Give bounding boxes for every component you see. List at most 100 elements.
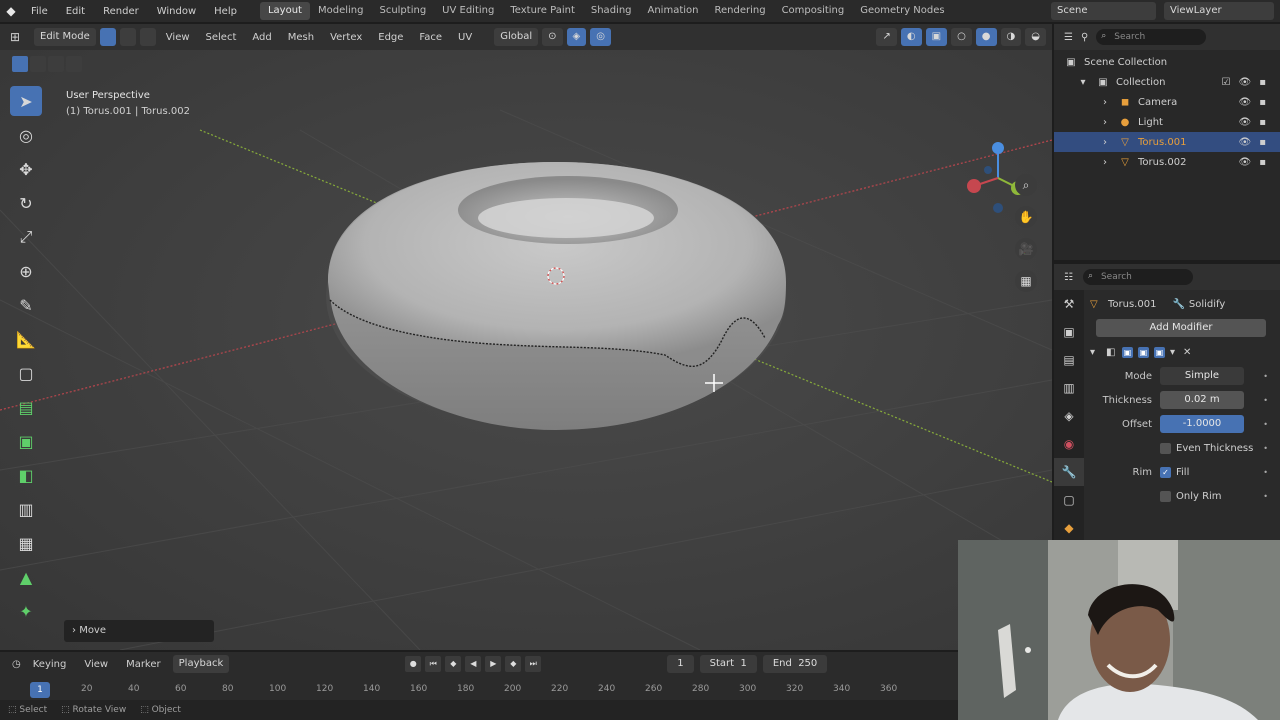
render-camera-icon[interactable]: ▪ — [1259, 117, 1266, 128]
scene-tab-icon[interactable]: ◈ — [1054, 402, 1084, 430]
outliner-row-camera[interactable]: › ◼ Camera 👁 ▪ — [1054, 92, 1280, 112]
transform-orientation-selector[interactable]: Global — [494, 28, 539, 46]
menu-help[interactable]: Help — [205, 6, 246, 17]
keyframe-dot-icon[interactable]: • — [1263, 396, 1268, 405]
tab-animation[interactable]: Animation — [640, 2, 707, 20]
tab-shading[interactable]: Shading — [583, 2, 640, 20]
menu-mesh[interactable]: Mesh — [282, 32, 320, 43]
wireframe-shading-icon[interactable]: ○ — [951, 28, 972, 46]
properties-search-input[interactable]: Search — [1082, 268, 1193, 285]
close-icon[interactable]: ✕ — [1183, 347, 1191, 358]
viewport-toggle-icon[interactable]: ▣ — [1138, 346, 1149, 358]
menu-file[interactable]: File — [22, 6, 57, 17]
extrude-tool-icon[interactable]: ▤ — [10, 392, 42, 422]
playback-menu[interactable]: Playback — [172, 655, 230, 673]
edge-select-icon[interactable] — [119, 28, 136, 46]
solid-shading-icon[interactable]: ● — [975, 28, 997, 46]
scene-selector[interactable]: Scene — [1051, 2, 1156, 20]
menu-edge[interactable]: Edge — [372, 32, 409, 43]
loop-cut-tool-icon[interactable]: ▥ — [10, 494, 42, 524]
properties-editor-icon[interactable]: ☷ — [1064, 272, 1073, 283]
modifier-tab-icon[interactable]: 🔧 — [1054, 458, 1084, 486]
move-tool-icon[interactable]: ✥ — [10, 154, 42, 184]
outliner-row-torus-001[interactable]: › ▽ Torus.001 👁 ▪ — [1054, 132, 1280, 152]
knife-tool-icon[interactable]: ▦ — [10, 528, 42, 558]
material-tab-icon[interactable]: ◆ — [1054, 514, 1084, 542]
visibility-eye-icon[interactable]: 👁 — [1239, 157, 1252, 168]
proportional-edit-icon[interactable]: ◎ — [590, 28, 611, 46]
visibility-eye-icon[interactable]: 👁 — [1239, 117, 1252, 128]
vertex-select-icon[interactable] — [99, 28, 116, 46]
perspective-toggle-icon[interactable]: ▦ — [1015, 270, 1037, 292]
pan-view-icon[interactable]: ✋ — [1015, 206, 1037, 228]
menu-add[interactable]: Add — [246, 32, 277, 43]
tab-rendering[interactable]: Rendering — [706, 2, 773, 20]
outliner-row-scene-collection[interactable]: ▣ Scene Collection — [1054, 52, 1280, 72]
visibility-eye-icon[interactable]: 👁 — [1239, 77, 1252, 88]
rotate-tool-icon[interactable]: ↻ — [10, 188, 42, 218]
tab-layout[interactable]: Layout — [259, 2, 310, 20]
mode-select[interactable]: Simple — [1160, 367, 1244, 385]
tab-modeling[interactable]: Modeling — [310, 2, 372, 20]
menu-uv[interactable]: UV — [452, 32, 478, 43]
spin-tool-icon[interactable]: ✦ — [10, 596, 42, 626]
transform-tool-icon[interactable]: ⊕ — [10, 256, 42, 286]
only-rim-checkbox[interactable] — [1160, 490, 1171, 502]
tab-compositing[interactable]: Compositing — [774, 2, 853, 20]
timeline-editor-icon[interactable]: ◷ — [12, 659, 21, 670]
current-frame-marker[interactable]: 1 — [30, 682, 50, 698]
view-layer-selector[interactable]: ViewLayer — [1164, 2, 1274, 20]
play-reverse-icon[interactable]: ◀ — [465, 656, 482, 672]
render-tab-icon[interactable]: ▣ — [1054, 318, 1084, 346]
menu-timeline-view[interactable]: View — [78, 659, 114, 670]
last-operator-panel[interactable]: › Move — [64, 620, 214, 642]
menu-face[interactable]: Face — [413, 32, 448, 43]
menu-vertex[interactable]: Vertex — [324, 32, 368, 43]
thickness-field[interactable]: 0.02 m — [1160, 391, 1244, 409]
tool-tab-icon[interactable]: ⚒ — [1054, 290, 1084, 318]
expand-arrow-icon[interactable]: › — [1098, 117, 1112, 128]
end-frame-field[interactable]: End 250 — [762, 655, 828, 673]
jump-start-icon[interactable]: ⏮ — [425, 656, 442, 672]
keyframe-dot-icon[interactable]: • — [1263, 420, 1268, 429]
fill-checkbox[interactable]: ✓ — [1160, 466, 1171, 478]
render-camera-icon[interactable]: ▪ — [1259, 77, 1266, 88]
collapse-arrow-icon[interactable]: ▾ — [1090, 347, 1106, 358]
object-tab-icon[interactable]: ▢ — [1054, 486, 1084, 514]
overlay-toggle-icon[interactable]: ◐ — [900, 28, 922, 46]
dropdown-arrow-icon[interactable]: ▾ — [1170, 347, 1175, 358]
menu-marker[interactable]: Marker — [120, 659, 167, 670]
view-layer-tab-icon[interactable]: ▥ — [1054, 374, 1084, 402]
rendered-shading-icon[interactable]: ◒ — [1025, 28, 1046, 46]
checkbox-icon[interactable]: ☑ — [1222, 77, 1231, 88]
select-extend-icon[interactable] — [30, 56, 46, 72]
menu-select[interactable]: Select — [200, 32, 243, 43]
select-box-tool-icon[interactable]: ➤ — [10, 86, 42, 116]
expand-arrow-icon[interactable]: › — [1098, 97, 1112, 108]
menu-render[interactable]: Render — [94, 6, 148, 17]
menu-keying[interactable]: Keying — [27, 659, 73, 670]
measure-tool-icon[interactable]: 📐 — [10, 324, 42, 354]
menu-edit[interactable]: Edit — [57, 6, 94, 17]
offset-field[interactable]: -1.0000 — [1160, 415, 1244, 433]
timeline-ruler[interactable]: 1 20 40 60 80 100 120 140 160 180 200 220 240 260 280 3… — [0, 680, 958, 700]
blender-logo-icon[interactable]: ◆ — [0, 0, 22, 22]
current-frame-field[interactable]: 1 — [667, 655, 694, 673]
outliner-search-input[interactable]: Search — [1096, 28, 1207, 45]
keyframe-dot-icon[interactable]: • — [1263, 372, 1268, 381]
menu-view[interactable]: View — [160, 32, 196, 43]
select-box-icon[interactable] — [12, 56, 28, 72]
cursor-tool-icon[interactable]: ◎ — [10, 120, 42, 150]
next-key-icon[interactable]: ◆ — [505, 656, 522, 672]
edit-mode-toggle-icon[interactable]: ▣ — [1122, 346, 1133, 358]
add-modifier-button[interactable]: Add Modifier — [1096, 319, 1266, 337]
inset-tool-icon[interactable]: ▣ — [10, 426, 42, 456]
play-icon[interactable]: ▶ — [485, 656, 502, 672]
editor-type-icon[interactable]: ⊞ — [10, 30, 30, 44]
even-thickness-checkbox[interactable] — [1160, 442, 1171, 454]
visibility-eye-icon[interactable]: 👁 — [1239, 137, 1252, 148]
prev-key-icon[interactable]: ◆ — [445, 656, 462, 672]
auto-key-icon[interactable]: ● — [405, 656, 422, 672]
camera-view-icon[interactable]: 🎥 — [1015, 238, 1037, 260]
visibility-eye-icon[interactable]: 👁 — [1239, 97, 1252, 108]
